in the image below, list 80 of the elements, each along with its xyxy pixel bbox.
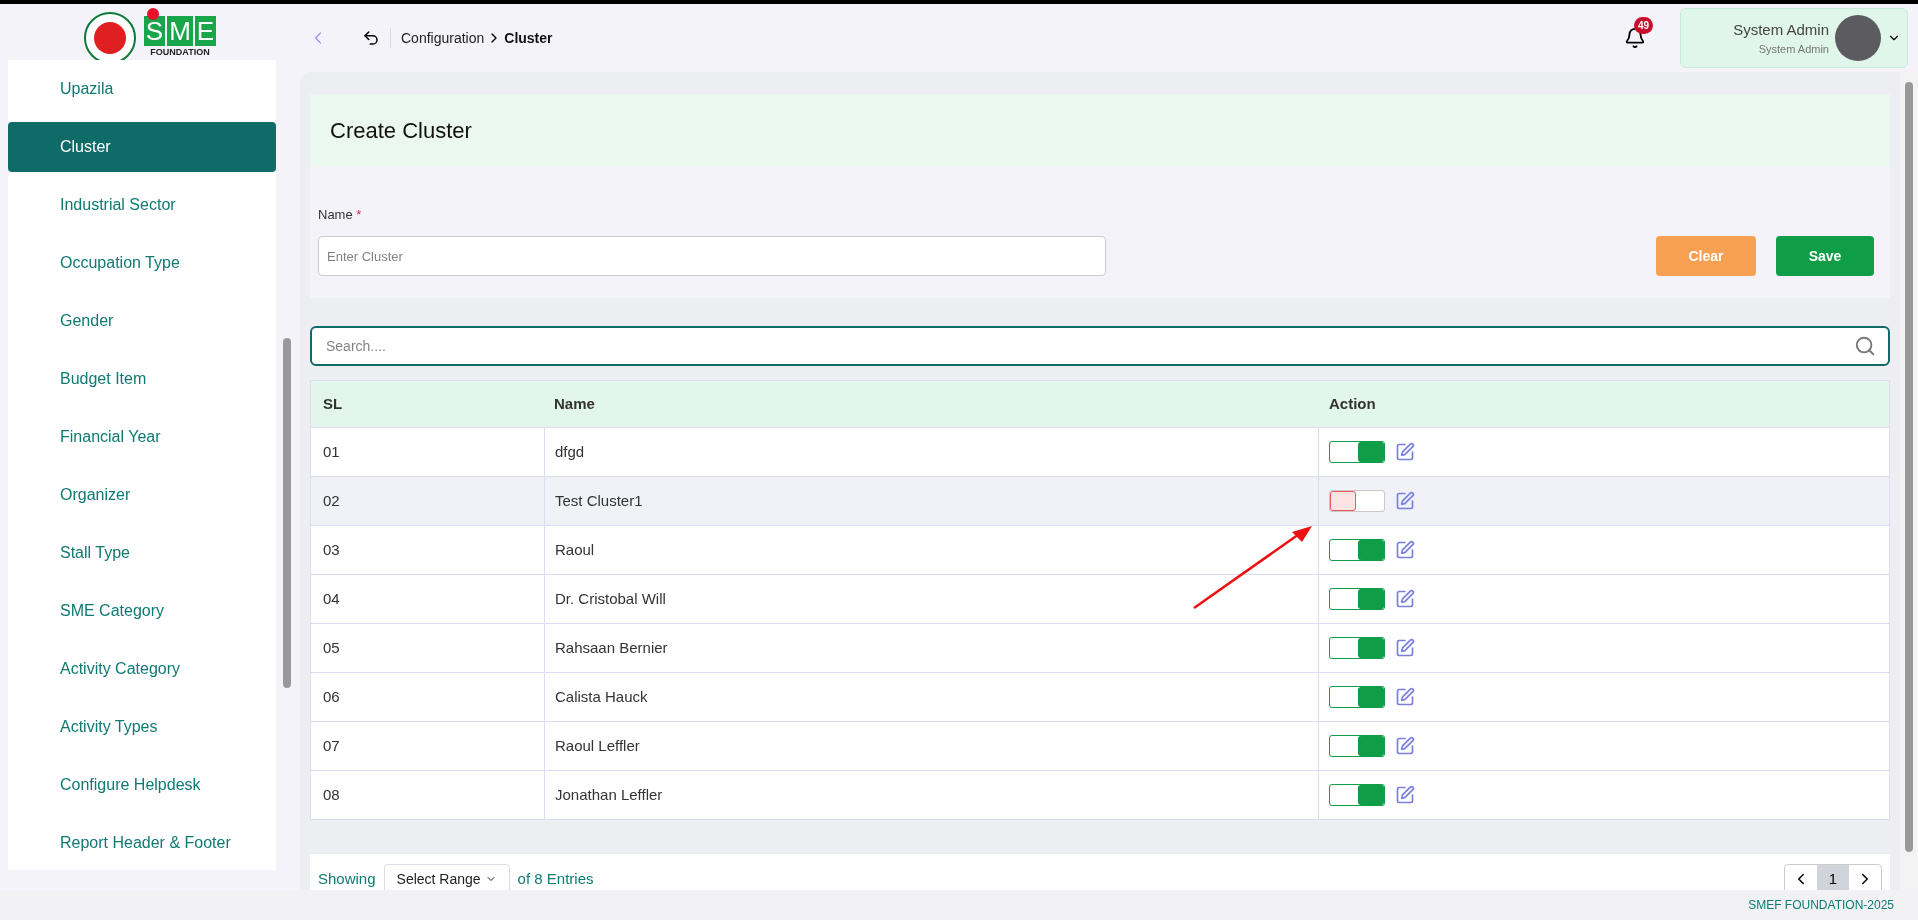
sidebar-item[interactable]: Organizer	[8, 470, 276, 520]
table-cell-text: Calista Hauck	[555, 686, 648, 707]
notification-badge: 49	[1634, 17, 1654, 34]
table-row[interactable]: 04 Dr. Cristobal Will	[311, 574, 1889, 623]
sidebar-item[interactable]: Report Header & Footer	[8, 818, 276, 868]
sidebar-item[interactable]: Cluster	[8, 122, 276, 172]
user-role: System Admin	[1758, 42, 1829, 57]
table-cell-text: Dr. Cristobal Will	[555, 588, 666, 609]
table-row[interactable]: 03 Raoul	[311, 525, 1889, 574]
field-label: Name *	[318, 205, 363, 224]
edit-icon[interactable]	[1395, 491, 1415, 511]
sidebar-item[interactable]: Financial Year	[8, 412, 276, 462]
status-toggle[interactable]	[1329, 735, 1385, 757]
column-header: Name	[553, 393, 596, 414]
status-toggle[interactable]	[1329, 637, 1385, 659]
table-cell-text: 01	[322, 441, 341, 462]
footer-text: SMEF FOUNDATION-2025	[1748, 897, 1894, 914]
edit-icon[interactable]	[1395, 589, 1415, 609]
table-cell-text: Rahsaan Bernier	[555, 637, 668, 658]
back-icon[interactable]	[362, 29, 380, 47]
edit-icon[interactable]	[1395, 736, 1415, 756]
sidebar-item[interactable]: Upazila	[8, 64, 276, 114]
search-icon	[1854, 335, 1876, 357]
table-row[interactable]: 02 Test Cluster1	[311, 476, 1889, 525]
status-toggle[interactable]	[1329, 784, 1385, 806]
search-field[interactable]: Search....	[310, 326, 1890, 366]
table-cell-text: Test Cluster1	[555, 490, 643, 511]
avatar	[1835, 15, 1881, 61]
sidebar-item[interactable]: Occupation Type	[8, 238, 276, 288]
bell-icon[interactable]	[1624, 27, 1646, 49]
table-cell-text: Raoul Leffler	[555, 735, 640, 756]
showing-label: Showing	[318, 868, 376, 889]
name-input[interactable]: Enter Cluster	[318, 236, 1106, 276]
table-cell-text: Raoul	[555, 539, 595, 560]
table-cell-text: 04	[322, 588, 341, 609]
table-row[interactable]: 01 dfgd	[311, 427, 1889, 476]
status-toggle[interactable]	[1329, 539, 1385, 561]
logo-letter: E	[194, 16, 217, 47]
column-header: SL	[322, 393, 344, 414]
breadcrumb-current: Cluster	[504, 28, 553, 48]
sidebar-item[interactable]: SME Category	[8, 586, 276, 636]
edit-icon[interactable]	[1395, 638, 1415, 658]
status-toggle[interactable]	[1329, 441, 1385, 463]
user-menu[interactable]: System Admin System Admin	[1680, 8, 1908, 68]
table-cell-text: 06	[322, 686, 341, 707]
save-button[interactable]: Save	[1776, 236, 1874, 276]
logo-letter: S	[143, 16, 166, 47]
form-title: Create Cluster	[330, 116, 472, 145]
sidebar-item[interactable]: Industrial Sector	[8, 180, 276, 230]
table-cell-text: 02	[322, 490, 341, 511]
table-cell-text: 05	[322, 637, 341, 658]
table-row[interactable]: 08 Jonathan Leffler	[311, 770, 1889, 819]
user-name: System Admin	[1733, 19, 1829, 40]
table-cell-text: Jonathan Leffler	[555, 784, 663, 805]
table-cell-text: 08	[322, 784, 341, 805]
sidebar-item[interactable]: Activity Types	[8, 702, 276, 752]
sidebar-item[interactable]: Configure Helpdesk	[8, 760, 276, 810]
edit-icon[interactable]	[1395, 540, 1415, 560]
sidebar-item[interactable]: Gender	[8, 296, 276, 346]
logo-subtitle: FOUNDATION	[150, 46, 210, 60]
sidebar-item[interactable]: Budget Item	[8, 354, 276, 404]
edit-icon[interactable]	[1395, 687, 1415, 707]
entries-count: of 8 Entries	[517, 868, 594, 889]
breadcrumb-link[interactable]: Configuration	[401, 27, 485, 49]
page-button[interactable]: 1	[1817, 865, 1849, 893]
column-header: Action	[1328, 393, 1376, 414]
logo-letter: M	[167, 16, 193, 47]
sidebar-item[interactable]: Activity Category	[8, 644, 276, 694]
status-toggle[interactable]	[1329, 686, 1385, 708]
sidebar-item[interactable]: Stall Type	[8, 528, 276, 578]
table-row[interactable]: 07 Raoul Leffler	[311, 721, 1889, 770]
edit-icon[interactable]	[1395, 785, 1415, 805]
table-cell-text: 07	[322, 735, 341, 756]
status-toggle[interactable]	[1329, 490, 1385, 512]
table-row[interactable]: 06 Calista Hauck	[311, 672, 1889, 721]
table-cell-text: dfgd	[555, 441, 585, 462]
table-cell-text: 03	[322, 539, 341, 560]
table-row[interactable]: 05 Rahsaan Bernier	[311, 623, 1889, 672]
edit-icon[interactable]	[1395, 442, 1415, 462]
status-toggle[interactable]	[1329, 588, 1385, 610]
